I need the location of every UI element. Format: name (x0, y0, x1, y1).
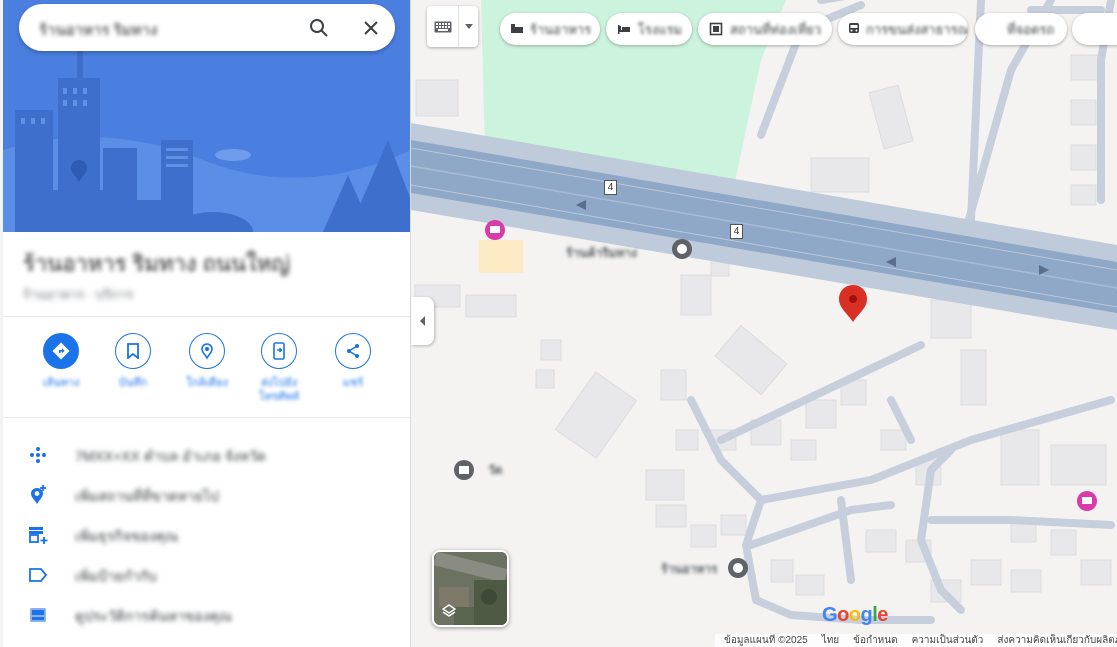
directions-icon (43, 333, 79, 369)
chip-more[interactable] (1072, 13, 1117, 45)
add-business-icon (27, 524, 49, 546)
chip-label: ที่จอดรถ (1007, 21, 1055, 37)
chevron-down-icon[interactable] (459, 6, 478, 47)
route-shield: 4 (604, 180, 617, 195)
bookmark-icon (115, 333, 151, 369)
nearby-button[interactable]: ใกล้เคียง (177, 333, 237, 390)
layers-icon (442, 604, 456, 617)
close-icon[interactable] (357, 14, 385, 42)
layers-button[interactable] (432, 550, 509, 627)
keyboard-icon (427, 6, 459, 47)
directions-button[interactable]: เส้นทาง (31, 333, 91, 390)
poi-label[interactable]: วัด (488, 461, 503, 480)
send-to-phone-icon (261, 333, 297, 369)
map-footer: ข้อมูลแผนที่ ©2025 ไทย ข้อกำหนด ความเป็น… (715, 634, 1117, 647)
search-icon[interactable] (305, 14, 333, 42)
place-subtitle: ร้านอาหาร · บริการ (23, 287, 134, 302)
chip-parking[interactable]: ที่จอดรถ (975, 13, 1067, 45)
share-icon (335, 333, 371, 369)
nearby-icon (189, 333, 225, 369)
input-tools-button[interactable] (427, 6, 478, 47)
transit-icon (848, 21, 860, 37)
chip-label: ร้านอาหาร (530, 21, 592, 37)
add-business-row[interactable]: เพิ่มธุรกิจของคุณ (3, 514, 410, 554)
chevron-left-icon (419, 316, 425, 326)
chip-hotels[interactable]: โรงแรม (606, 13, 692, 45)
language-link[interactable]: ไทย (822, 634, 839, 647)
row-text: 7MXX+XX ตำบล อำเภอ จังหวัด (75, 448, 266, 464)
row-text: เพิ่มป้ายกำกับ (75, 568, 157, 584)
row-text: เพิ่มธุรกิจของคุณ (75, 528, 179, 544)
add-place-icon (27, 484, 49, 506)
attraction-icon (708, 21, 724, 37)
restaurant-icon (510, 21, 524, 37)
action-label: เส้นทาง (42, 377, 80, 389)
privacy-link[interactable]: ความเป็นส่วนตัว (912, 634, 984, 647)
map-data-credit: ข้อมูลแผนที่ ©2025 (724, 635, 808, 646)
share-button[interactable]: แชร์ (323, 333, 383, 390)
chip-attractions[interactable]: สถานที่ท่องเที่ยว (698, 13, 832, 45)
route-shield: 4 (730, 224, 743, 239)
add-place-row[interactable]: เพิ่มสถานที่ที่ขาดหายไป (3, 474, 410, 514)
google-logo: Google (822, 604, 888, 627)
plus-code-row[interactable]: 7MXX+XX ตำบล อำเภอ จังหวัด (3, 434, 410, 474)
chip-label: สถานที่ท่องเที่ยว (730, 21, 822, 37)
place-title: ร้านอาหาร ริมทาง ถนนใหญ่ (23, 251, 290, 276)
hotel-icon (616, 21, 632, 37)
chip-label: การขนส่งสาธารณะ (866, 21, 968, 37)
logo-letter: g (860, 604, 873, 626)
poi-label[interactable]: ร้านค้าริมทาง (566, 244, 637, 263)
history-row[interactable]: ดูประวัติการค้นหาของคุณ (3, 594, 410, 634)
action-label: แชร์ (342, 377, 364, 389)
place-panel: ร้านอาหาร ริมทาง ร้านอาหาร ริมทาง ถนนใหญ… (3, 0, 411, 647)
row-text: เพิ่มสถานที่ที่ขาดหายไป (75, 488, 219, 504)
search-box[interactable]: ร้านอาหาร ริมทาง (19, 4, 395, 51)
action-label: ส่งไปยัง โทรศัพท์ (258, 377, 300, 403)
logo-letter: o (837, 604, 849, 626)
add-label-row[interactable]: เพิ่มป้ายกำกับ (3, 554, 410, 594)
action-label: ใกล้เคียง (186, 377, 228, 389)
chip-label: โรงแรม (637, 21, 682, 37)
chip-restaurants[interactable]: ร้านอาหาร (500, 13, 600, 45)
chip-transit[interactable]: การขนส่งสาธารณะ (838, 13, 968, 45)
more-icon (1082, 21, 1098, 37)
search-input[interactable]: ร้านอาหาร ริมทาง (39, 18, 309, 36)
action-label: บันทึก (118, 377, 148, 389)
logo-letter: e (877, 604, 888, 626)
terms-link[interactable]: ข้อกำหนด (853, 634, 897, 647)
plus-code-icon (27, 444, 49, 466)
parking-icon (985, 21, 1001, 37)
feedback-link[interactable]: ส่งความคิดเห็นเกี่ยวกับผลิตภัณฑ์ (997, 634, 1117, 647)
send-to-phone-button[interactable]: ส่งไปยัง โทรศัพท์ (249, 333, 309, 404)
label-icon (27, 564, 49, 586)
poi-label[interactable]: ร้านอาหาร (661, 560, 717, 579)
divider (3, 316, 410, 317)
save-button[interactable]: บันทึก (103, 333, 163, 390)
selected-place-marker (839, 285, 867, 322)
logo-letter: o (848, 604, 861, 626)
row-text: ดูประวัติการค้นหาของคุณ (75, 608, 233, 624)
map-canvas[interactable]: 4 4 ร้านค้าริมทาง วัด ร้านอาหาร (411, 0, 1117, 647)
collapse-panel-button[interactable] (411, 297, 434, 345)
logo-letter: G (822, 604, 838, 626)
divider (3, 417, 410, 418)
history-icon (27, 604, 49, 626)
